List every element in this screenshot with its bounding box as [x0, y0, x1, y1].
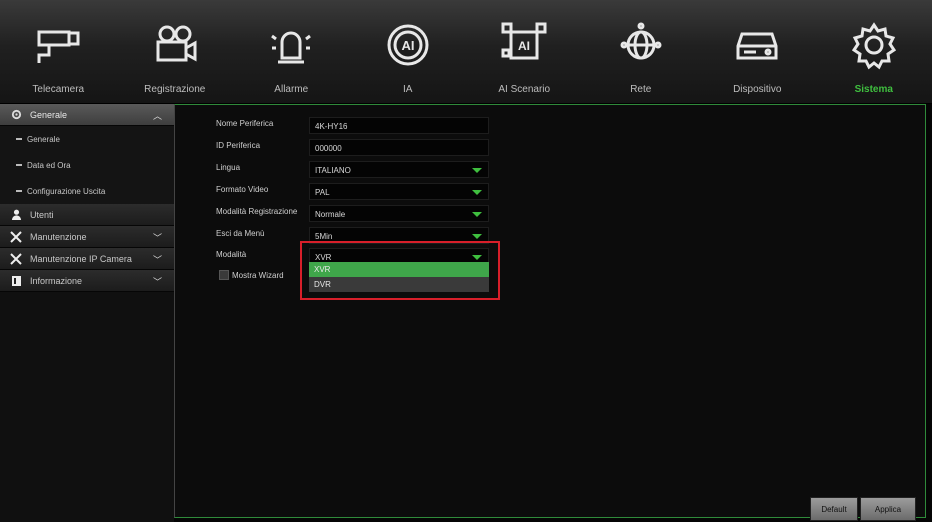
chevron-down-icon: ﹀ — [152, 277, 162, 287]
default-button[interactable]: Default — [810, 497, 858, 521]
formato-video-label: Formato Video — [216, 185, 269, 194]
dropdown-arrow-icon — [472, 168, 482, 173]
dash-icon — [16, 164, 22, 166]
highlight-box — [300, 241, 500, 300]
modalita-registrazione-select[interactable]: Normale — [309, 205, 489, 222]
gear-icon — [851, 22, 896, 70]
applica-button[interactable]: Applica — [860, 497, 916, 521]
tab-allarme[interactable]: Allarme — [233, 0, 350, 103]
ai-scenario-icon: AI — [501, 22, 547, 60]
modalita-registrazione-label: Modalità Registrazione — [216, 207, 298, 216]
tab-label: Rete — [630, 84, 652, 95]
sidebar-subitem-data-ora[interactable]: Data ed Ora — [0, 152, 174, 178]
sidebar-subitem-configurazione-uscita[interactable]: Configurazione Uscita — [0, 178, 174, 204]
tab-dispositivo[interactable]: Dispositivo — [699, 0, 816, 103]
sidebar: Generale ︿ Generale Data ed Ora Configur… — [0, 104, 174, 522]
nome-periferica-label: Nome Periferica — [216, 119, 274, 128]
dash-icon — [16, 190, 22, 192]
formato-video-select[interactable]: PAL — [309, 183, 489, 200]
user-icon — [10, 209, 22, 221]
tab-ia[interactable]: AI IA — [350, 0, 467, 103]
sidebar-item-informazione[interactable]: Informazione ﹀ — [0, 270, 174, 292]
dropdown-arrow-icon — [472, 234, 482, 239]
sidebar-item-utenti[interactable]: Utenti — [0, 204, 174, 226]
tab-label: Registrazione — [144, 84, 206, 95]
mostra-wizard-checkbox[interactable] — [219, 270, 229, 280]
svg-text:AI: AI — [518, 39, 530, 53]
lingua-select[interactable]: ITALIANO — [309, 161, 489, 178]
dropdown-arrow-icon — [472, 190, 482, 195]
modalita-registrazione-value: Normale — [315, 210, 346, 219]
tools-icon — [10, 230, 22, 243]
lingua-label: Lingua — [216, 163, 241, 172]
tab-rete[interactable]: Rete — [583, 0, 700, 103]
esci-menu-value: 5Min — [315, 232, 333, 241]
lingua-value: ITALIANO — [315, 166, 351, 175]
sidebar-item-generale[interactable]: Generale ︿ — [0, 104, 174, 126]
id-periferica-input[interactable]: 000000 — [309, 139, 489, 156]
formato-video-value: PAL — [315, 188, 330, 197]
dash-icon — [16, 138, 22, 140]
nome-periferica-input[interactable]: 4K-HY16 — [309, 117, 489, 134]
chevron-up-icon: ︿ — [152, 111, 162, 121]
svg-text:AI: AI — [401, 38, 414, 53]
mostra-wizard-label: Mostra Wizard — [232, 270, 284, 280]
tab-label: AI Scenario — [498, 84, 551, 95]
sidebar-item-manutenzione-ip-camera[interactable]: Manutenzione IP Camera ﹀ — [0, 248, 174, 270]
sidebar-item-label: Utenti — [30, 209, 54, 220]
tab-label: Dispositivo — [733, 84, 782, 95]
sidebar-subitem-label: Configurazione Uscita — [27, 186, 106, 196]
mostra-wizard-row: Mostra Wizard — [219, 270, 284, 280]
tab-label: IA — [403, 84, 413, 95]
video-recorder-icon — [156, 25, 197, 62]
alarm-siren-icon — [271, 31, 312, 64]
dropdown-arrow-icon — [472, 212, 482, 217]
sidebar-subitem-generale[interactable]: Generale — [0, 126, 174, 152]
network-globe-icon — [620, 22, 662, 60]
esci-menu-label: Esci da Menù — [216, 229, 265, 238]
tab-ai-scenario[interactable]: AI AI Scenario — [466, 0, 583, 103]
settings-panel — [174, 104, 926, 518]
chevron-down-icon: ﹀ — [152, 255, 162, 265]
sidebar-item-manutenzione[interactable]: Manutenzione ﹀ — [0, 226, 174, 248]
sidebar-item-label: Manutenzione IP Camera — [30, 253, 132, 264]
sidebar-item-label: Informazione — [30, 275, 83, 286]
tab-label: Allarme — [274, 84, 309, 95]
sidebar-subitem-label: Data ed Ora — [27, 160, 71, 170]
id-periferica-label: ID Periferica — [216, 141, 261, 150]
tab-registrazione[interactable]: Registrazione — [117, 0, 234, 103]
tab-telecamera[interactable]: Telecamera — [0, 0, 117, 103]
gear-icon — [10, 109, 22, 121]
chevron-down-icon: ﹀ — [152, 233, 162, 243]
sidebar-item-label: Manutenzione — [30, 231, 87, 242]
tab-label: Telecamera — [32, 84, 85, 95]
tab-sistema[interactable]: Sistema — [816, 0, 932, 103]
tools-icon — [10, 252, 22, 265]
sidebar-item-label: Generale — [30, 109, 68, 120]
tab-label: Sistema — [854, 84, 893, 95]
info-book-icon — [10, 275, 22, 287]
modalita-label: Modalità — [216, 250, 247, 259]
top-menu: Telecamera Registrazione Allarme AI IA A… — [0, 0, 932, 104]
camera-icon — [37, 30, 80, 63]
hard-disk-icon — [736, 32, 778, 60]
sidebar-subitem-label: Generale — [27, 134, 60, 144]
ai-icon: AI — [387, 24, 429, 66]
